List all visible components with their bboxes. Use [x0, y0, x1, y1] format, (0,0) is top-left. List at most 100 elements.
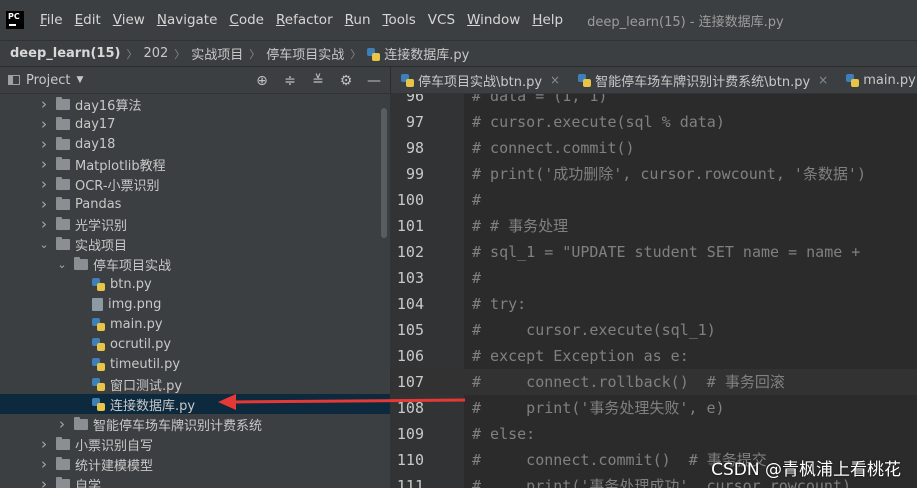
line-number: 96	[405, 94, 424, 105]
tree-item-label: 连接数据库.py	[110, 398, 196, 414]
chevron-right-icon[interactable]: ›	[38, 175, 50, 193]
tree-folder-item[interactable]: › Matplotlib教程	[0, 154, 390, 174]
folder-icon	[56, 216, 70, 230]
breadcrumb-item[interactable]: 连接数据库.py	[367, 44, 469, 63]
menu-item-mnemonic: N	[156, 12, 167, 28]
chevron-right-icon[interactable]: ›	[38, 195, 50, 213]
tree-folder-item[interactable]: › 光学识别	[0, 214, 390, 234]
chevron-right-icon[interactable]: ›	[38, 115, 50, 133]
expand-all-icon[interactable]: ≑	[282, 73, 298, 89]
menu-item[interactable]: Help	[526, 12, 569, 28]
breadcrumb-label: 实战项目	[191, 48, 244, 63]
chevron-down-icon[interactable]: ⌄	[38, 238, 50, 251]
tree-file-item[interactable]: btn.py	[0, 274, 390, 294]
menu-item[interactable]: Edit	[69, 12, 107, 28]
folder-icon	[56, 196, 70, 210]
menu-item-mnemonic: V	[112, 12, 122, 28]
menu-item[interactable]: Run	[339, 12, 377, 28]
tree-folder-item[interactable]: › day16算法	[0, 94, 390, 114]
tree-folder-item[interactable]: ⌄ 实战项目	[0, 234, 390, 254]
chevron-right-icon[interactable]: ›	[38, 215, 50, 233]
menu-item[interactable]: Window	[461, 12, 526, 28]
tree-folder-item[interactable]: › OCR-小票识别	[0, 174, 390, 194]
close-icon[interactable]: ×	[550, 73, 560, 87]
tree-item-label: main.py	[110, 316, 163, 332]
project-tree-scrollbar[interactable]	[381, 108, 387, 238]
code-line: 96 # data = (1, 1)	[390, 94, 917, 109]
tree-file-item[interactable]: 窗口测试.py	[0, 374, 390, 394]
python-file-icon	[367, 48, 381, 61]
chevron-down-icon[interactable]: ▼	[76, 75, 83, 85]
line-number: 98	[405, 139, 424, 157]
menu-item[interactable]: Code	[223, 12, 270, 28]
hide-icon[interactable]: —	[366, 73, 382, 89]
tree-folder-item[interactable]: › Pandas	[0, 194, 390, 214]
menu-item-label: efactor	[284, 12, 333, 28]
tree-item-label: Matplotlib教程	[75, 158, 166, 174]
tree-folder-item[interactable]: › 统计建模模型	[0, 454, 390, 474]
tree-folder-item[interactable]: › day17	[0, 114, 390, 134]
code-editor[interactable]: 96 # data = (1, 1) 97 # cursor.execute(sql …	[390, 94, 917, 488]
locate-file-icon[interactable]: ⊕	[254, 73, 270, 89]
project-view-icon	[8, 75, 20, 85]
breadcrumb-item[interactable]: 实战项目	[191, 44, 243, 63]
menu-item[interactable]: Refactor	[270, 12, 339, 28]
pycharm-logo-icon: PC	[6, 11, 24, 29]
code-line: 109 # else:	[390, 421, 917, 447]
tree-folder-item[interactable]: › 自学	[0, 474, 390, 488]
breadcrumb-item[interactable]: 202	[143, 46, 168, 61]
chevron-down-icon[interactable]: ⌄	[56, 258, 68, 271]
tree-file-item[interactable]: timeutil.py	[0, 354, 390, 374]
tree-item-label: 小票识别自写	[75, 438, 154, 454]
chevron-right-icon[interactable]: ›	[38, 95, 50, 113]
chevron-right-icon[interactable]: ›	[38, 135, 50, 153]
chevron-right-icon[interactable]: ›	[38, 475, 50, 488]
tree-folder-item[interactable]: › 智能停车场车牌识别计费系统	[0, 414, 390, 434]
code-line: 100 #	[390, 187, 917, 213]
code-text: #	[472, 191, 482, 209]
chevron-right-icon[interactable]: ›	[38, 435, 50, 453]
menu-item[interactable]: View	[107, 12, 151, 28]
code-text: # try:	[472, 295, 527, 313]
editor-tab[interactable]: 智能停车场车牌识别计费系统\btn.py ×	[568, 67, 836, 93]
tree-folder-item[interactable]: › 小票识别自写	[0, 434, 390, 454]
close-icon[interactable]: ×	[818, 73, 828, 87]
editor-tab[interactable]: main.py×	[836, 67, 917, 93]
line-number: 107	[396, 373, 424, 391]
line-number: 108	[396, 399, 424, 417]
tree-folder-item[interactable]: ⌄ 停车项目实战	[0, 254, 390, 274]
breadcrumb-item[interactable]: 停车项目实战	[266, 44, 344, 63]
tree-file-item[interactable]: main.py	[0, 314, 390, 334]
tree-file-item[interactable]: 连接数据库.py	[0, 394, 390, 414]
menu-item[interactable]: File	[34, 12, 69, 28]
line-number: 106	[396, 347, 424, 365]
project-view-selector[interactable]: Project	[26, 73, 70, 88]
editor-tab-label: main.py	[863, 72, 916, 88]
breadcrumb-label: 连接数据库.py	[384, 48, 470, 63]
chevron-right-icon[interactable]: ›	[38, 455, 50, 473]
folder-icon	[56, 136, 70, 150]
tree-file-item[interactable]: ocrutil.py	[0, 334, 390, 354]
python-file-icon	[92, 377, 105, 391]
editor-tab-label: 停车项目实战\btn.py	[418, 74, 543, 90]
line-number: 105	[396, 321, 424, 339]
collapse-all-icon[interactable]: ≚	[310, 73, 326, 89]
code-text: # except Exception as e:	[472, 347, 689, 365]
folder-icon	[74, 256, 88, 270]
menu-item[interactable]: VCS	[422, 12, 461, 28]
gear-icon[interactable]: ⚙	[338, 73, 354, 89]
tree-item-label: 窗口测试.py	[110, 378, 183, 394]
tree-file-item[interactable]: img.png	[0, 294, 390, 314]
chevron-right-icon[interactable]: ›	[38, 155, 50, 173]
breadcrumb-item[interactable]: deep_learn(15)	[10, 46, 120, 61]
tree-folder-item[interactable]: › day18	[0, 134, 390, 154]
code-line: 99 # print('成功删除', cursor.rowcount, '条数据'…	[390, 161, 917, 187]
chevron-right-icon[interactable]: ›	[56, 415, 68, 433]
editor-tabs: 停车项目实战\btn.py × 智能停车场车牌识别计费系统\btn.py × main.…	[390, 67, 917, 94]
menu-item[interactable]: Navigate	[151, 12, 224, 28]
folder-icon	[56, 96, 70, 110]
code-text: # data = (1, 1)	[472, 94, 608, 105]
menu-item[interactable]: Tools	[377, 12, 422, 28]
tree-item-label: ocrutil.py	[110, 336, 172, 352]
editor-tab[interactable]: 停车项目实战\btn.py ×	[391, 67, 568, 93]
